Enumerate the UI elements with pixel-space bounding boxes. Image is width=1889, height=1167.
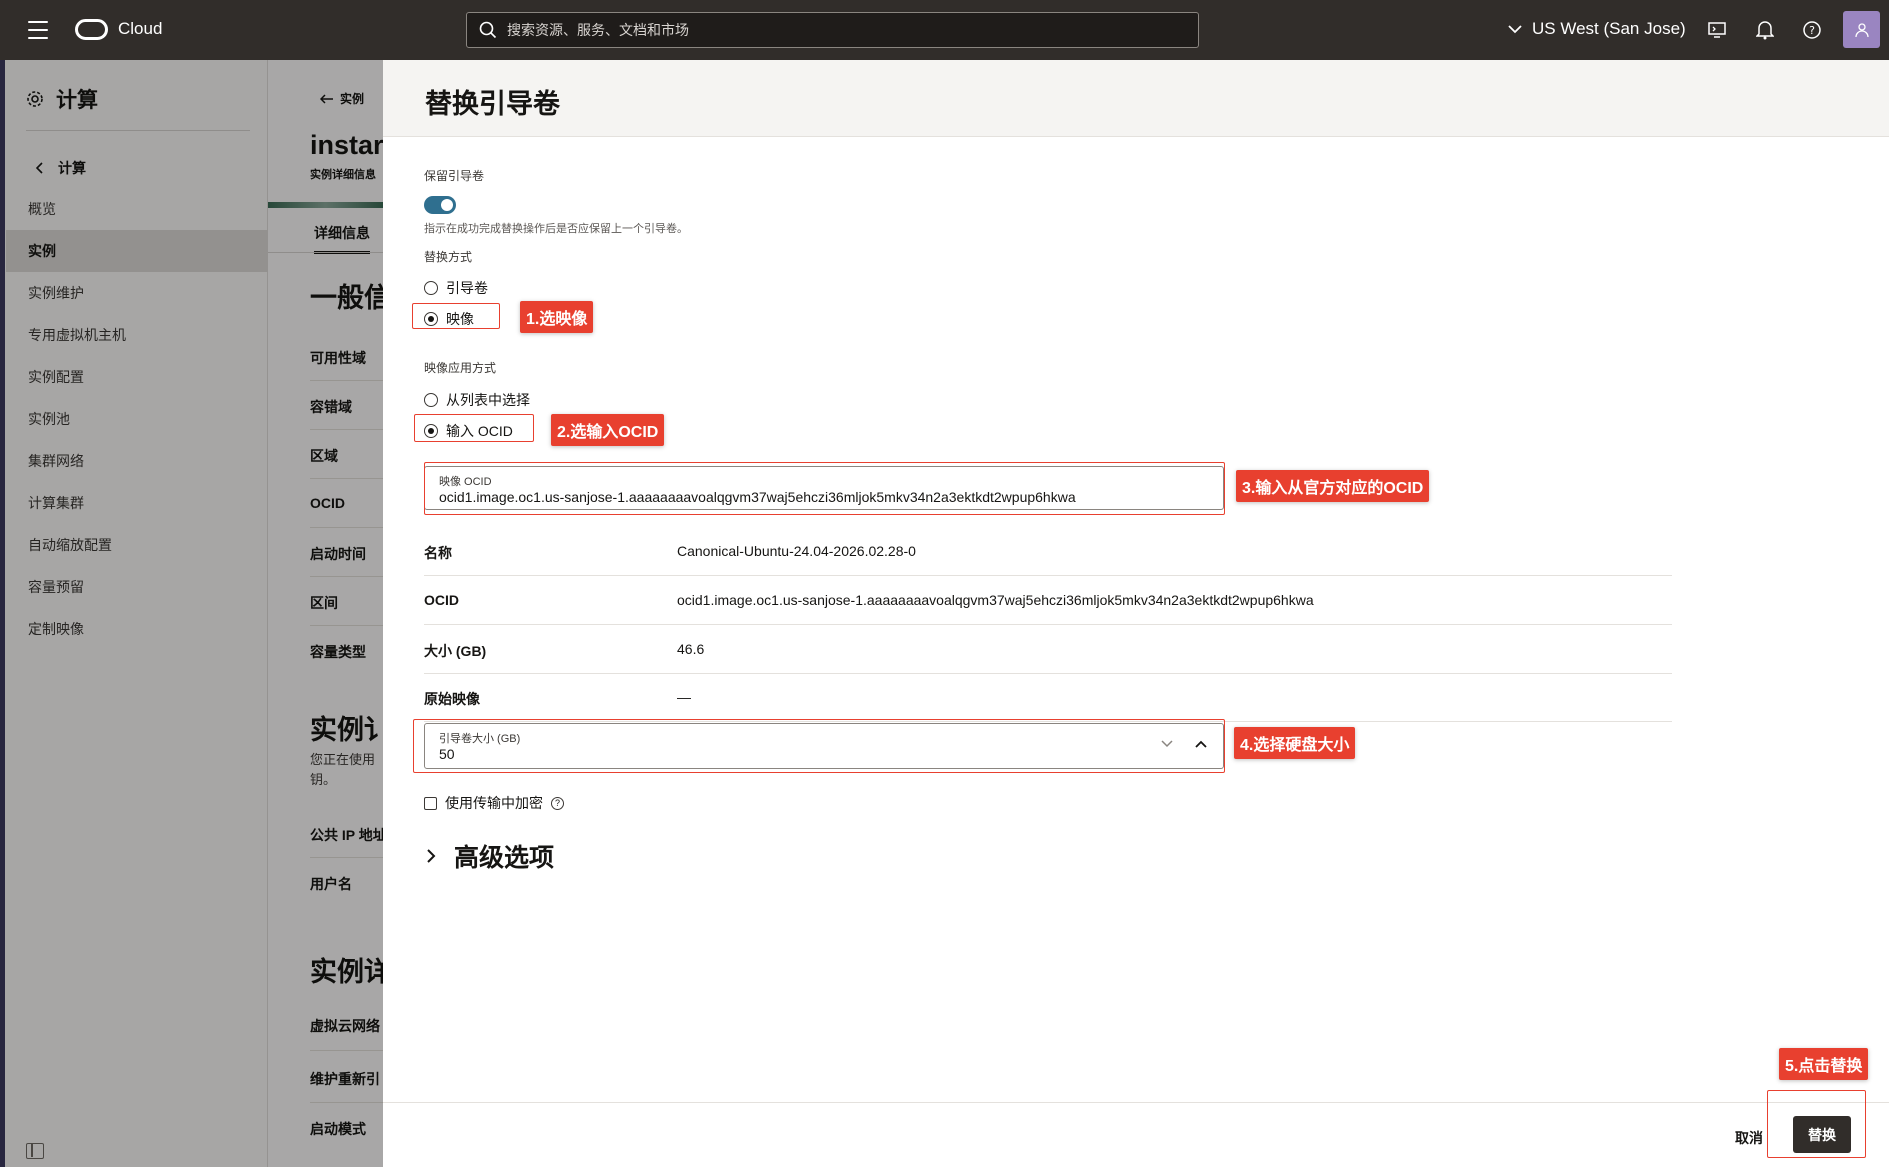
bell-icon[interactable]: [1753, 18, 1777, 42]
brand-name[interactable]: Cloud: [118, 19, 162, 39]
info-value: 46.6: [677, 641, 705, 657]
region-label: US West (San Jose): [1532, 19, 1686, 38]
search-input[interactable]: [507, 22, 1187, 38]
transit-encryption-checkbox[interactable]: [424, 796, 437, 810]
preserve-boot-volume-label: 保留引导卷: [424, 169, 485, 183]
radio-button[interactable]: [424, 281, 438, 295]
info-row-name: 名称 Canonical-Ubuntu-24.04-2026.02.28-0: [424, 527, 1672, 576]
annotation-box: [412, 303, 500, 329]
search-bar[interactable]: [466, 12, 1199, 48]
region-selector[interactable]: US West (San Jose): [1508, 19, 1686, 39]
annotation-box: [1767, 1090, 1866, 1158]
chevron-right-icon: [427, 849, 436, 863]
svg-text:?: ?: [1809, 24, 1815, 37]
info-row-size: 大小 (GB) 46.6: [424, 625, 1672, 674]
chevron-down-icon: [1508, 24, 1522, 33]
annotation-step4: 4.选择硬盘大小: [1234, 727, 1356, 759]
help-icon[interactable]: ?: [1800, 18, 1824, 42]
annotation-box: [413, 719, 1225, 773]
cloud-shell-icon[interactable]: [1705, 18, 1729, 42]
radio-select-from-list[interactable]: 从列表中选择: [424, 390, 530, 410]
oracle-logo[interactable]: [75, 19, 108, 40]
replace-boot-volume-drawer: 替换引导卷 保留引导卷 指示在成功完成替换操作后是否应保留上一个引导卷。 替换方…: [383, 60, 1889, 1167]
image-method-label: 映像应用方式: [424, 361, 497, 375]
annotation-step3: 3.输入从官方对应的OCID: [1236, 470, 1430, 502]
info-row-ocid: OCID ocid1.image.oc1.us-sanjose-1.aaaaaa…: [424, 576, 1672, 625]
user-avatar[interactable]: [1843, 11, 1880, 48]
info-key: OCID: [424, 592, 459, 608]
annotation-step2: 2.选输入OCID: [551, 414, 665, 446]
hamburger-menu-icon[interactable]: [28, 21, 48, 39]
advanced-options-toggle[interactable]: 高级选项: [427, 838, 554, 874]
annotation-step1: 1.选映像: [520, 301, 594, 333]
cancel-button[interactable]: 取消: [1735, 1128, 1763, 1148]
preserve-hint: 指示在成功完成替换操作后是否应保留上一个引导卷。: [424, 223, 688, 235]
info-key: 名称: [424, 545, 452, 561]
info-value: ocid1.image.oc1.us-sanjose-1.aaaaaaaavoa…: [677, 592, 1314, 608]
annotation-box: [424, 462, 1225, 515]
info-row-original-image: 原始映像 —: [424, 673, 1672, 722]
transit-encryption-option[interactable]: 使用传输中加密 ?: [424, 793, 564, 813]
top-bar: Cloud US West (San Jose) ?: [0, 0, 1889, 60]
preserve-boot-volume-toggle[interactable]: [424, 196, 456, 214]
annotation-box: [414, 414, 534, 442]
replace-method-label: 替换方式: [424, 250, 473, 264]
help-icon[interactable]: ?: [551, 796, 564, 810]
modal-overlay[interactable]: [0, 60, 383, 1167]
info-value: —: [677, 689, 691, 705]
radio-label: 引导卷: [446, 280, 488, 296]
info-key: 大小 (GB): [424, 643, 487, 659]
drawer-header: 替换引导卷: [383, 60, 1889, 137]
radio-button[interactable]: [424, 393, 438, 407]
user-icon: [1854, 22, 1869, 37]
info-key: 原始映像: [424, 691, 480, 707]
advanced-options-label: 高级选项: [454, 844, 555, 872]
radio-boot-volume[interactable]: 引导卷: [424, 278, 488, 298]
radio-label: 从列表中选择: [446, 392, 530, 408]
search-icon: [479, 21, 497, 39]
info-value: Canonical-Ubuntu-24.04-2026.02.28-0: [677, 543, 916, 559]
drawer-footer: [383, 1102, 1889, 1167]
annotation-step5: 5.点击替换: [1779, 1048, 1869, 1080]
checkbox-label: 使用传输中加密: [445, 795, 543, 811]
drawer-title: 替换引导卷: [425, 89, 560, 119]
